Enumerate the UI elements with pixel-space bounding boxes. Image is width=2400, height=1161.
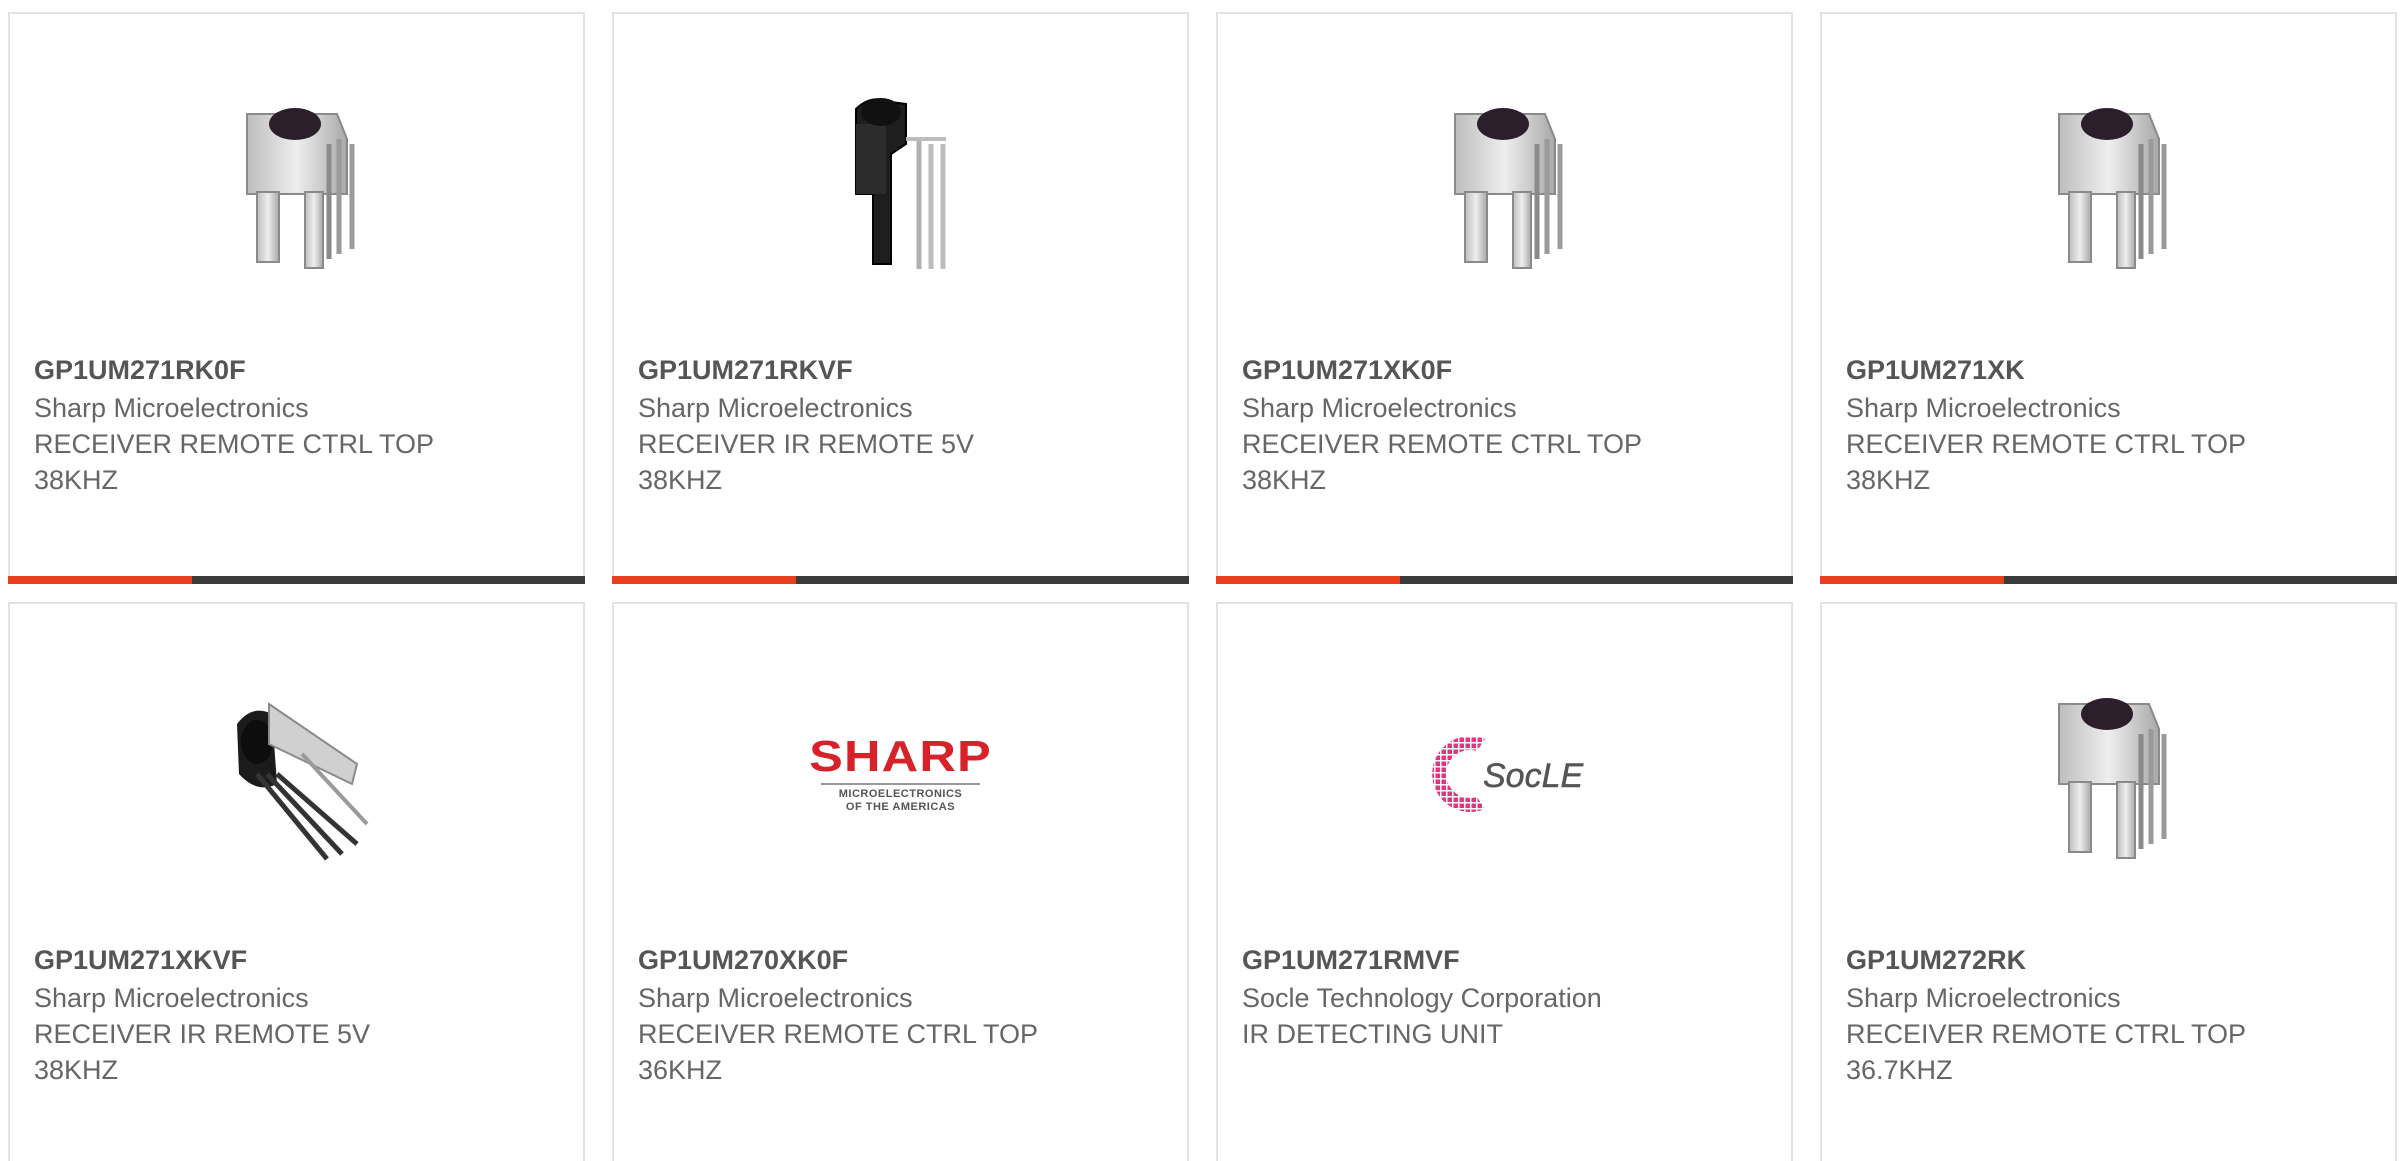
description-line-2: 36.7KHZ bbox=[1846, 1055, 1953, 1085]
ir-receiver-silver-icon bbox=[197, 84, 397, 284]
manufacturer: Sharp Microelectronics bbox=[34, 393, 309, 423]
manufacturer: Sharp Microelectronics bbox=[1242, 393, 1517, 423]
part-number[interactable]: GP1UM271XK0F bbox=[1242, 352, 1771, 388]
description-line-2: 38KHZ bbox=[638, 465, 723, 495]
product-info: GP1UM271XK0F Sharp Microelectronics RECE… bbox=[1242, 352, 1771, 498]
product-info: GP1UM271RKVF Sharp Microelectronics RECE… bbox=[638, 352, 1167, 498]
part-number[interactable]: GP1UM270XK0F bbox=[638, 942, 1167, 978]
socle-logo-text: SocLE bbox=[1483, 757, 1583, 795]
description-line-2: 36KHZ bbox=[638, 1055, 723, 1085]
sharp-logo-line1: MICROELECTRONICS bbox=[838, 787, 963, 800]
description-line-1: RECEIVER REMOTE CTRL TOP bbox=[34, 429, 435, 459]
description-line-2: 38KHZ bbox=[34, 1055, 119, 1085]
sharp-logo-line2: OF THE AMERICAS bbox=[845, 800, 956, 813]
product-card[interactable]: GP1UM271XKVF Sharp Microelectronics RECE… bbox=[8, 602, 585, 1161]
product-info: GP1UM271RK0F Sharp Microelectronics RECE… bbox=[34, 352, 563, 498]
product-info: GP1UM272RK Sharp Microelectronics RECEIV… bbox=[1846, 942, 2375, 1088]
part-number[interactable]: GP1UM271RMVF bbox=[1242, 942, 1771, 978]
card-footer-bar bbox=[612, 576, 1189, 584]
card-footer-accent bbox=[1216, 576, 1400, 584]
description-line-2: 38KHZ bbox=[1242, 465, 1327, 495]
part-number[interactable]: GP1UM271RK0F bbox=[34, 352, 563, 388]
card-footer-accent bbox=[1820, 576, 2004, 584]
ir-receiver-black-icon bbox=[801, 84, 1001, 284]
product-info: GP1UM271XKVF Sharp Microelectronics RECE… bbox=[34, 942, 563, 1088]
sharp-logo-brand: SHARP bbox=[809, 731, 992, 781]
description-line-2: 38KHZ bbox=[1846, 465, 1931, 495]
ir-receiver-silver-icon bbox=[2009, 674, 2209, 874]
product-info: GP1UM271RMVF Socle Technology Corporatio… bbox=[1242, 942, 1771, 1052]
card-footer-bar bbox=[8, 576, 585, 584]
product-grid: GP1UM271RK0F Sharp Microelectronics RECE… bbox=[0, 0, 2400, 1161]
card-footer-bar bbox=[1820, 576, 2397, 584]
part-number[interactable]: GP1UM272RK bbox=[1846, 942, 2375, 978]
card-footer-bar bbox=[1216, 576, 1793, 584]
manufacturer: Sharp Microelectronics bbox=[638, 393, 913, 423]
product-card[interactable]: GP1UM271XK Sharp Microelectronics RECEIV… bbox=[1820, 12, 2397, 584]
product-card[interactable]: GP1UM272RK Sharp Microelectronics RECEIV… bbox=[1820, 602, 2397, 1161]
manufacturer: Sharp Microelectronics bbox=[1846, 393, 2121, 423]
description-line-1: RECEIVER IR REMOTE 5V bbox=[638, 429, 975, 459]
product-card[interactable]: SHARP MICROELECTRONICS OF THE AMERICAS G… bbox=[612, 602, 1189, 1161]
description-line-1: RECEIVER REMOTE CTRL TOP bbox=[638, 1019, 1039, 1049]
sharp-logo-rule bbox=[820, 782, 981, 785]
manufacturer: Sharp Microelectronics bbox=[34, 983, 309, 1013]
card-footer-accent bbox=[612, 576, 796, 584]
manufacturer: Sharp Microelectronics bbox=[638, 983, 913, 1013]
description-line-1: RECEIVER IR REMOTE 5V bbox=[34, 1019, 371, 1049]
product-info: GP1UM271XK Sharp Microelectronics RECEIV… bbox=[1846, 352, 2375, 498]
product-card[interactable]: GP1UM271RK0F Sharp Microelectronics RECE… bbox=[8, 12, 585, 584]
product-info: GP1UM270XK0F Sharp Microelectronics RECE… bbox=[638, 942, 1167, 1088]
manufacturer: Socle Technology Corporation bbox=[1242, 983, 1602, 1013]
card-footer-accent bbox=[8, 576, 192, 584]
product-card[interactable]: GP1UM271RKVF Sharp Microelectronics RECE… bbox=[612, 12, 1189, 584]
part-number[interactable]: GP1UM271RKVF bbox=[638, 352, 1167, 388]
ir-receiver-side-icon bbox=[197, 674, 397, 874]
socle-logo: SocLE bbox=[1405, 674, 1605, 874]
product-card[interactable]: SocLE GP1UM271RMVF Socle Technology Corp… bbox=[1216, 602, 1793, 1161]
ir-receiver-silver-icon bbox=[1405, 84, 1605, 284]
sharp-logo: SHARP MICROELECTRONICS OF THE AMERICAS bbox=[801, 674, 1001, 874]
manufacturer: Sharp Microelectronics bbox=[1846, 983, 2121, 1013]
part-number[interactable]: GP1UM271XKVF bbox=[34, 942, 563, 978]
description-line-1: RECEIVER REMOTE CTRL TOP bbox=[1846, 1019, 2247, 1049]
description-line-2: 38KHZ bbox=[34, 465, 119, 495]
ir-receiver-silver-icon bbox=[2009, 84, 2209, 284]
product-card[interactable]: GP1UM271XK0F Sharp Microelectronics RECE… bbox=[1216, 12, 1793, 584]
description-line-1: RECEIVER REMOTE CTRL TOP bbox=[1846, 429, 2247, 459]
part-number[interactable]: GP1UM271XK bbox=[1846, 352, 2375, 388]
description-line-1: IR DETECTING UNIT bbox=[1242, 1019, 1503, 1049]
description-line-1: RECEIVER REMOTE CTRL TOP bbox=[1242, 429, 1643, 459]
